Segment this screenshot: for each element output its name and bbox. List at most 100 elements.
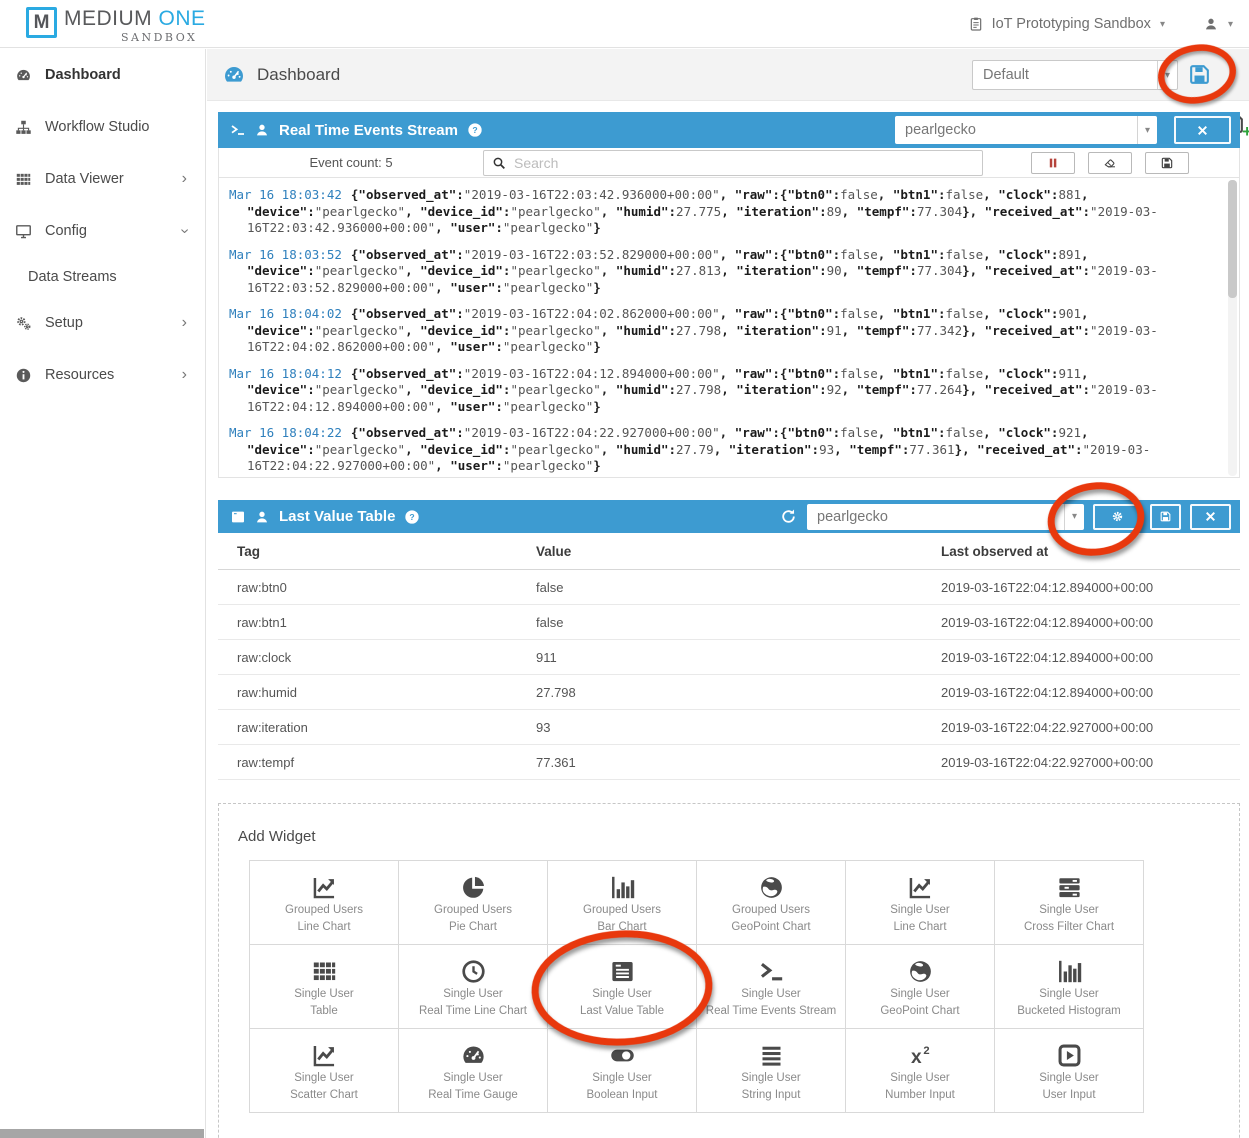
dashboard-selector[interactable]: Default ▾ — [972, 60, 1178, 90]
widget-option-single-user-real-time-line-chart[interactable]: Single UserReal Time Line Chart — [399, 945, 548, 1029]
svg-text:?: ? — [410, 512, 415, 522]
cross-filter-icon — [1056, 872, 1083, 902]
globe-icon — [907, 956, 934, 986]
widget-option-single-user-number-input[interactable]: x2Single UserNumber Input — [846, 1029, 995, 1113]
gauge-icon — [460, 1040, 487, 1070]
gears-icon — [14, 315, 32, 332]
widget-option-line2: Real Time Gauge — [428, 1087, 518, 1104]
sidebar-item-setup[interactable]: Setup› — [0, 297, 205, 349]
chevron-right-icon: › — [182, 367, 187, 383]
search-input[interactable] — [484, 151, 982, 175]
scrollbar-thumb[interactable] — [1228, 180, 1237, 298]
lvt-device-value: pearlgecko — [807, 509, 1064, 525]
line-chart-icon — [907, 872, 934, 902]
widget-option-single-user-bucketed-histogram[interactable]: Single UserBucketed Histogram — [995, 945, 1144, 1029]
top-bar: M MEDIUM ONE SANDBOX IoT Prototyping San… — [0, 0, 1249, 48]
widget-option-grouped-users-line-chart[interactable]: Grouped UsersLine Chart — [250, 861, 399, 945]
dashboard-selector-value: Default — [973, 67, 1157, 83]
clear-button[interactable] — [1088, 152, 1132, 174]
widget-option-line1: Single User — [1039, 902, 1098, 919]
widget-option-single-user-real-time-events-stream[interactable]: Single UserReal Time Events Stream — [697, 945, 846, 1029]
widget-option-line1: Single User — [890, 986, 949, 1003]
terminal-icon — [230, 122, 246, 138]
widget-option-single-user-user-input[interactable]: Single UserUser Input — [995, 1029, 1144, 1113]
widget-option-single-user-cross-filter-chart[interactable]: Single UserCross Filter Chart — [995, 861, 1144, 945]
horizontal-scrollbar-thumb[interactable] — [0, 1129, 204, 1138]
widget-option-line1: Single User — [443, 1070, 502, 1087]
widget-option-single-user-geopoint-chart[interactable]: Single UserGeoPoint Chart — [846, 945, 995, 1029]
widget-option-line2: GeoPoint Chart — [731, 919, 810, 936]
svg-text:?: ? — [472, 125, 477, 135]
sidebar-item-config[interactable]: Config› — [0, 205, 205, 257]
widget-option-line1: Single User — [592, 986, 651, 1003]
save-widget-button[interactable] — [1150, 504, 1181, 530]
chevron-right-icon: › — [182, 315, 187, 331]
widget-option-line1: Single User — [890, 902, 949, 919]
tag-cell: raw:clock — [218, 650, 536, 665]
column-header-value: Value — [536, 544, 941, 559]
widget-option-line2: Real Time Events Stream — [706, 1003, 836, 1020]
widget-option-single-user-table[interactable]: Single UserTable — [250, 945, 399, 1029]
widget-option-single-user-last-value-table[interactable]: Single UserLast Value Table — [548, 945, 697, 1029]
widget-option-line1: Grouped Users — [732, 902, 810, 919]
refresh-icon[interactable] — [780, 508, 797, 525]
clipboard-icon — [968, 16, 984, 32]
sidebar-item-data-streams[interactable]: Data Streams — [0, 257, 205, 297]
widget-settings-button[interactable] — [1093, 504, 1141, 530]
widget-option-single-user-string-input[interactable]: Single UserString Input — [697, 1029, 846, 1113]
clock-icon — [460, 956, 487, 986]
close-widget-button[interactable] — [1190, 504, 1231, 530]
logo-text: MEDIUM ONE — [64, 7, 206, 31]
caret-down-icon: ▾ — [1157, 61, 1177, 89]
widget-option-single-user-real-time-gauge[interactable]: Single UserReal Time Gauge — [399, 1029, 548, 1113]
events-toolbar: Event count: 5 — [218, 148, 1240, 178]
widget-option-line1: Single User — [592, 1070, 651, 1087]
save-dashboard-button[interactable] — [1187, 62, 1212, 87]
widget-option-line1: Single User — [1039, 986, 1098, 1003]
sidebar-item-dashboard[interactable]: Dashboard — [0, 49, 205, 101]
event-count-label: Event count: 5 — [219, 155, 483, 170]
info-icon — [14, 367, 32, 384]
help-icon[interactable]: ? — [404, 509, 420, 525]
pause-button[interactable] — [1031, 152, 1075, 174]
widget-option-line2: GeoPoint Chart — [880, 1003, 959, 1020]
widget-title: Real Time Events Stream — [279, 122, 458, 139]
lines-icon — [758, 1040, 785, 1070]
events-device-selector[interactable]: pearlgecko ▾ — [895, 116, 1157, 144]
sidebar-item-label: Data Streams — [28, 269, 117, 285]
lvt-device-selector[interactable]: pearlgecko ▾ — [807, 504, 1084, 530]
widget-option-line2: Pie Chart — [449, 919, 497, 936]
widget-option-grouped-users-geopoint-chart[interactable]: Grouped UsersGeoPoint Chart — [697, 861, 846, 945]
widget-option-line1: Single User — [890, 1070, 949, 1087]
caret-down-icon: ▾ — [1228, 19, 1233, 30]
help-icon[interactable]: ? — [467, 122, 483, 138]
tag-cell: raw:tempf — [218, 755, 536, 770]
desktop-icon — [14, 223, 32, 240]
add-widget-panel: Add Widget Grouped UsersLine ChartGroupe… — [218, 803, 1240, 1138]
last-observed-cell: 2019-03-16T22:04:12.894000+00:00 — [941, 650, 1240, 665]
sidebar-item-data-viewer[interactable]: Data Viewer› — [0, 153, 205, 205]
sidebar-item-resources[interactable]: Resources› — [0, 349, 205, 401]
widget-option-single-user-line-chart[interactable]: Single UserLine Chart — [846, 861, 995, 945]
events-device-value: pearlgecko — [895, 122, 1137, 138]
sidebar-item-workflow-studio[interactable]: Workflow Studio — [0, 101, 205, 153]
workspace-selector[interactable]: IoT Prototyping Sandbox ▾ — [968, 16, 1165, 32]
gauge-icon — [14, 67, 32, 84]
chevron-right-icon: › — [182, 171, 187, 187]
play-square-icon — [1056, 1040, 1083, 1070]
widget-option-single-user-boolean-input[interactable]: Single UserBoolean Input — [548, 1029, 697, 1113]
sidebar: DashboardWorkflow StudioData Viewer›Conf… — [0, 49, 206, 1138]
save-log-button[interactable] — [1145, 152, 1189, 174]
table-row: raw:clock9112019-03-16T22:04:12.894000+0… — [218, 640, 1240, 675]
widget-title: Last Value Table — [279, 508, 395, 525]
widget-option-grouped-users-bar-chart[interactable]: Grouped UsersBar Chart — [548, 861, 697, 945]
widget-option-line2: Scatter Chart — [290, 1087, 358, 1104]
close-widget-button[interactable] — [1174, 116, 1231, 144]
widget-option-grouped-users-pie-chart[interactable]: Grouped UsersPie Chart — [399, 861, 548, 945]
add-widget-title: Add Widget — [238, 828, 1239, 845]
value-cell: 27.798 — [536, 685, 941, 700]
user-icon — [1203, 16, 1219, 32]
widget-option-single-user-scatter-chart[interactable]: Single UserScatter Chart — [250, 1029, 399, 1113]
column-header-last-observed: Last observed at — [941, 544, 1240, 559]
user-menu[interactable]: ▾ — [1203, 16, 1233, 32]
